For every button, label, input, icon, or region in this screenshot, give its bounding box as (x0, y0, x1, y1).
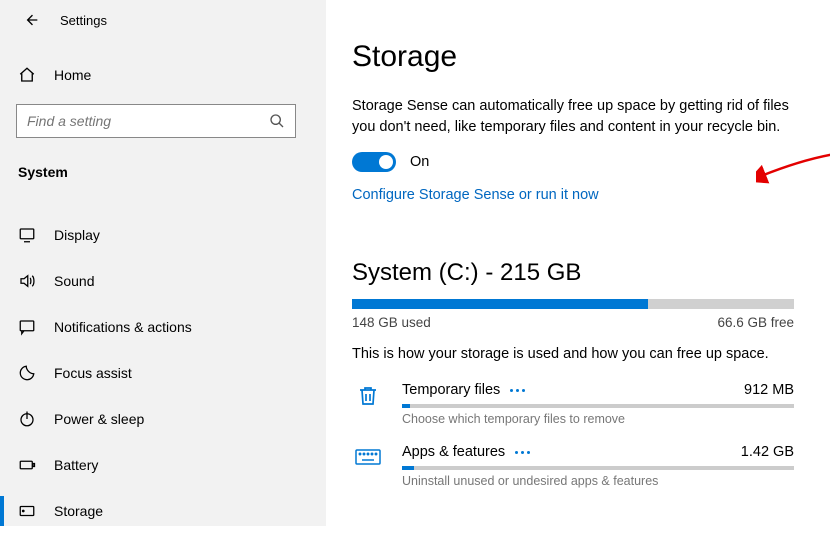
item-sub: Choose which temporary files to remove (402, 412, 794, 426)
settings-title: Settings (60, 13, 107, 28)
toggle-knob (379, 155, 393, 169)
storage-sense-toggle[interactable] (352, 152, 396, 172)
used-label: 148 GB used (352, 315, 431, 330)
sidebar: Settings Home System Display Sound Notif… (0, 0, 326, 526)
nav-label: Focus assist (54, 365, 132, 381)
item-sub: Uninstall unused or undesired apps & fea… (402, 474, 794, 488)
category-label: System (0, 138, 326, 184)
item-name: Temporary files (402, 382, 525, 398)
nav-label: Storage (54, 503, 103, 519)
storage-icon (18, 502, 36, 520)
nav: Display Sound Notifications & actions Fo… (0, 212, 326, 534)
usage-desc: This is how your storage is used and how… (352, 346, 794, 362)
search-input[interactable] (27, 113, 254, 129)
sidebar-item-battery[interactable]: Battery (0, 442, 326, 488)
sidebar-item-storage[interactable]: Storage (0, 488, 326, 534)
storage-sense-toggle-row: On (352, 152, 794, 172)
back-button[interactable] (24, 12, 40, 28)
power-icon (18, 410, 36, 428)
notifications-icon (18, 318, 36, 336)
home-icon (18, 66, 36, 84)
free-label: 66.6 GB free (717, 315, 794, 330)
trash-icon (352, 382, 384, 408)
storage-item-apps-features[interactable]: Apps & features 1.42 GB Uninstall unused… (352, 444, 794, 488)
drive-title: System (C:) - 215 GB (352, 259, 794, 287)
display-icon (18, 226, 36, 244)
nav-label: Power & sleep (54, 411, 144, 427)
toggle-label: On (410, 154, 429, 170)
storage-bar (352, 299, 794, 309)
sound-icon (18, 272, 36, 290)
storage-bar-labels: 148 GB used 66.6 GB free (352, 315, 794, 330)
loading-dots-icon (515, 451, 530, 454)
storage-sense-desc: Storage Sense can automatically free up … (352, 96, 792, 138)
item-size: 912 MB (744, 382, 794, 398)
nav-label: Battery (54, 457, 98, 473)
nav-label: Display (54, 227, 100, 243)
keyboard-icon (352, 444, 384, 466)
item-bar (402, 466, 794, 470)
main-content: Storage Storage Sense can automatically … (326, 0, 830, 526)
sidebar-item-sound[interactable]: Sound (0, 258, 326, 304)
sidebar-item-power-sleep[interactable]: Power & sleep (0, 396, 326, 442)
sidebar-item-display[interactable]: Display (0, 212, 326, 258)
loading-dots-icon (510, 389, 525, 392)
storage-item-temporary-files[interactable]: Temporary files 912 MB Choose which temp… (352, 382, 794, 426)
battery-icon (18, 456, 36, 474)
sidebar-item-notifications[interactable]: Notifications & actions (0, 304, 326, 350)
sidebar-item-home[interactable]: Home (0, 60, 326, 90)
nav-label: Notifications & actions (54, 319, 192, 335)
item-size: 1.42 GB (741, 444, 794, 460)
nav-label: Sound (54, 273, 94, 289)
item-body: Apps & features 1.42 GB Uninstall unused… (402, 444, 794, 488)
sidebar-item-focus-assist[interactable]: Focus assist (0, 350, 326, 396)
arrow-left-icon (24, 11, 40, 29)
item-body: Temporary files 912 MB Choose which temp… (402, 382, 794, 426)
page-title: Storage (352, 40, 794, 74)
item-bar (402, 404, 794, 408)
home-label: Home (54, 67, 91, 83)
configure-storage-sense-link[interactable]: Configure Storage Sense or run it now (352, 187, 599, 203)
focus-assist-icon (18, 364, 36, 382)
storage-bar-fill (352, 299, 648, 309)
item-name: Apps & features (402, 444, 530, 460)
search-icon (269, 113, 285, 129)
header: Settings (0, 0, 326, 36)
search-box[interactable] (16, 104, 296, 138)
